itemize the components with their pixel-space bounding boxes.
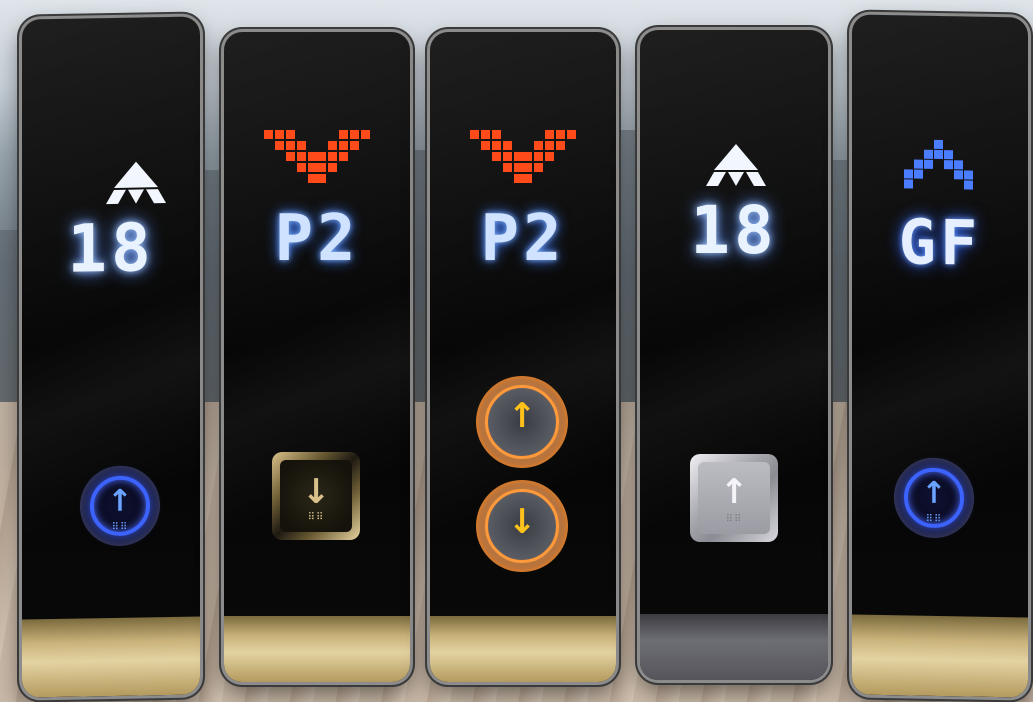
call-down-button[interactable]: ↓ ⠿⠿: [272, 452, 360, 540]
down-direction-icon: [264, 130, 370, 183]
elevator-panel-5: GF ↑ ⠿⠿: [852, 14, 1028, 698]
up-direction-icon: [904, 139, 973, 190]
floor-indicator: GF: [898, 205, 982, 280]
up-arrow-icon: ↑: [921, 475, 947, 512]
elevator-panel-2: P2 ↓ ⠿⠿: [224, 32, 410, 682]
call-up-button[interactable]: ↑ ⠿⠿: [894, 457, 974, 539]
gold-base-trim: [852, 614, 1028, 698]
elevator-panel-1: 18 ↑ ⠿⠿: [22, 16, 200, 698]
floor-indicator: P2: [274, 202, 360, 276]
up-arrow-icon: ↑: [719, 472, 749, 512]
floor-indicator: 18: [67, 209, 155, 288]
call-down-button[interactable]: ↓: [476, 480, 568, 572]
braille-icon: ⠿⠿: [925, 513, 943, 526]
gold-base-trim: [430, 616, 616, 682]
steel-base-trim: [640, 614, 828, 680]
call-up-button[interactable]: ↑ ⠿⠿: [690, 454, 778, 542]
elevator-panel-4: 18 ↑ ⠿⠿: [640, 30, 828, 680]
gold-base-trim: [22, 616, 200, 698]
down-direction-icon: [470, 130, 576, 183]
braille-icon: ⠿⠿: [111, 521, 129, 533]
braille-icon: ⠿⠿: [307, 512, 325, 523]
elevator-panel-3: P2 ↑ ↓: [430, 32, 616, 682]
call-up-button[interactable]: ↑: [476, 376, 568, 468]
down-arrow-icon: ↓: [507, 502, 537, 542]
floor-indicator: P2: [480, 202, 566, 276]
up-direction-icon: [106, 161, 166, 205]
gold-base-trim: [224, 616, 410, 682]
down-arrow-icon: ↓: [301, 472, 331, 512]
up-arrow-icon: ↑: [107, 483, 133, 520]
up-arrow-icon: ↑: [507, 396, 537, 436]
up-direction-icon: [706, 144, 766, 186]
floor-indicator: 18: [690, 192, 778, 269]
braille-icon: ⠿⠿: [725, 514, 743, 525]
